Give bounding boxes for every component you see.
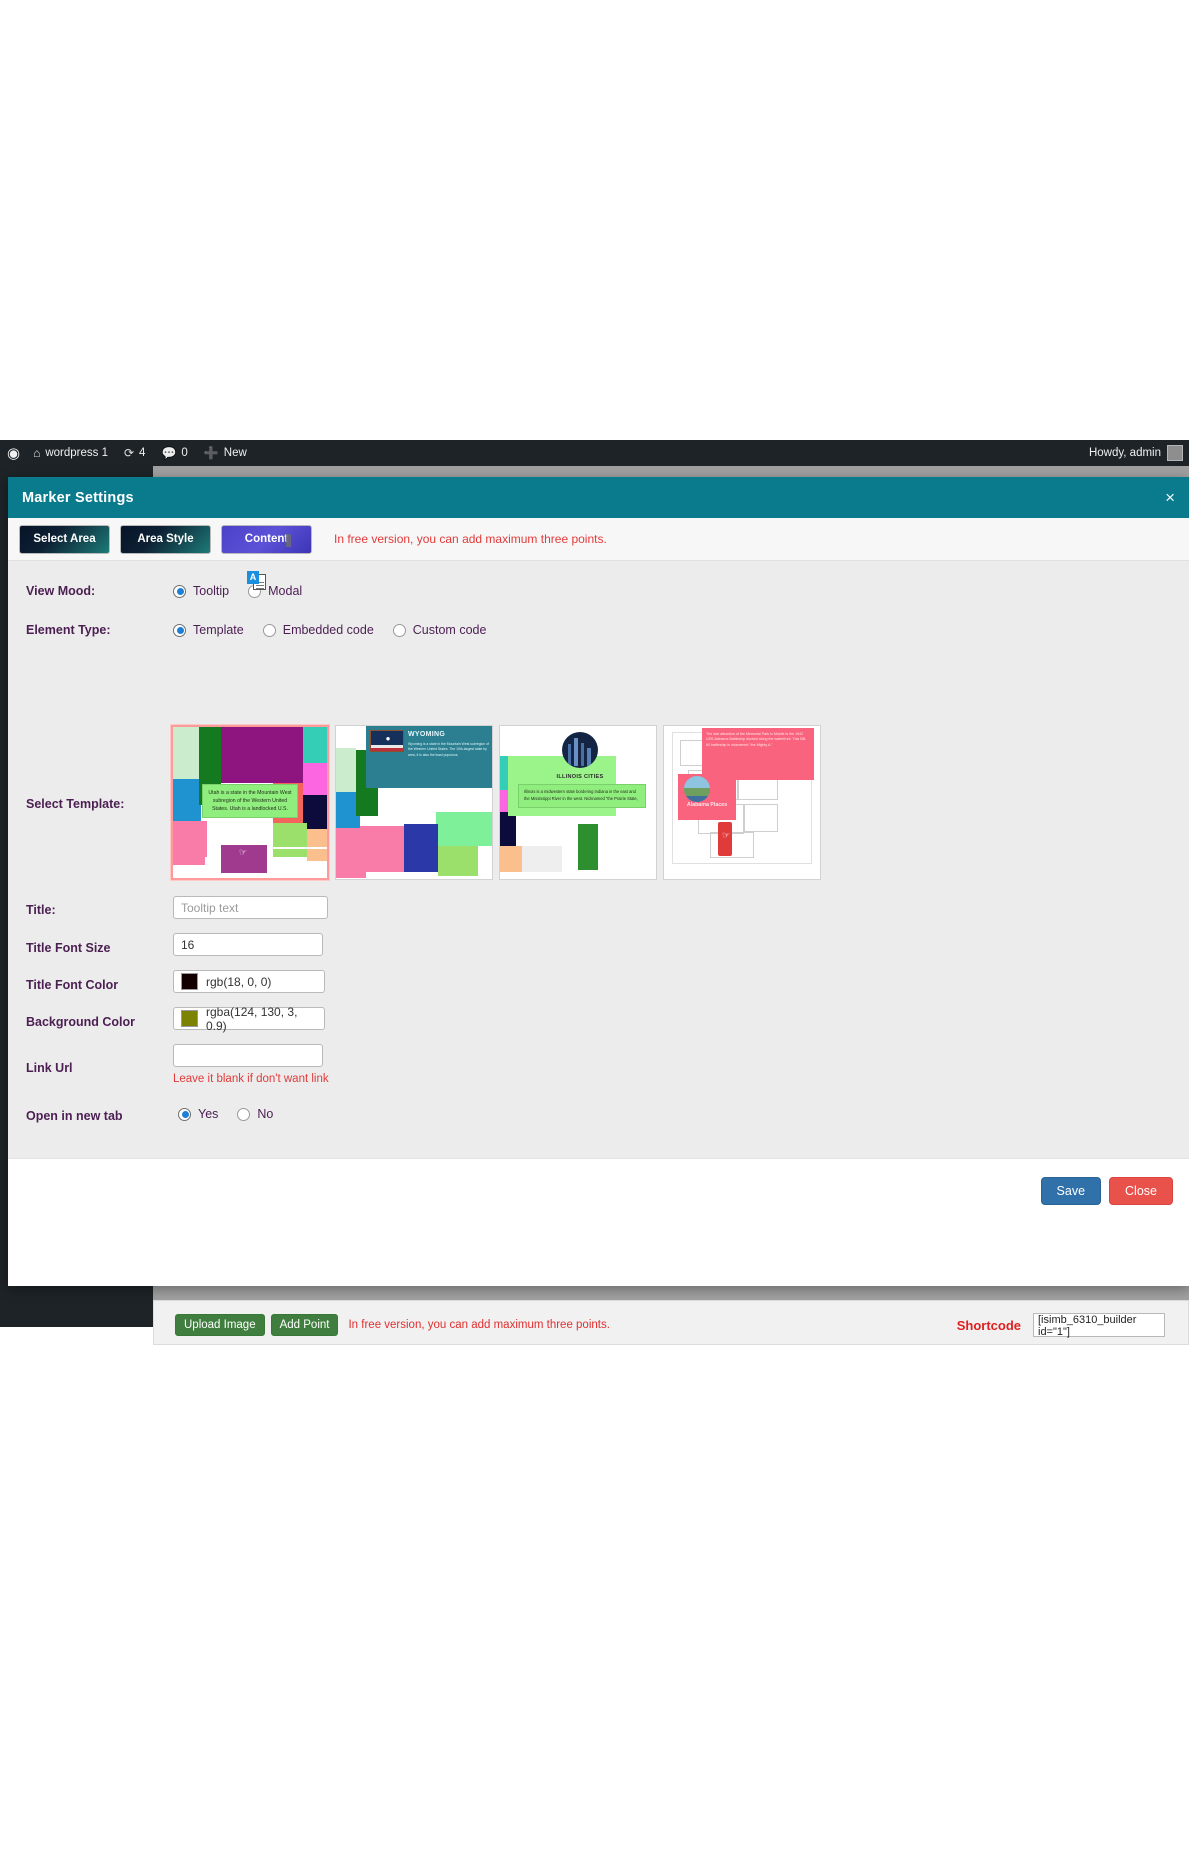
- updates-count: 4: [139, 447, 146, 459]
- background-color-label: Background Color: [26, 1015, 136, 1029]
- new-label: New: [223, 447, 247, 459]
- title-font-size-label: Title Font Size: [26, 941, 111, 955]
- site-name-label: wordpress 1: [45, 447, 108, 459]
- modal-tabs: Select Area Area Style Content In free v…: [8, 518, 1189, 561]
- home-icon: ⌂: [33, 446, 41, 460]
- radio-template[interactable]: [173, 623, 186, 637]
- account-menu[interactable]: Howdy, admin: [1089, 445, 1189, 461]
- tab-label: Area Style: [137, 533, 194, 545]
- free-version-notice: In free version, you can add maximum thr…: [334, 532, 607, 546]
- title-font-color-label: Title Font Color: [26, 978, 119, 992]
- comments-icon: 💬: [161, 446, 177, 460]
- radio-open-new-tab-no[interactable]: [237, 1107, 251, 1121]
- background-color-value: rgba(124, 130, 3, 0.9): [206, 1004, 298, 1033]
- select-template-label: Select Template:: [26, 797, 125, 811]
- radio-tooltip[interactable]: [173, 584, 186, 598]
- title-label: Title:: [26, 903, 56, 917]
- radio-template-label: Template: [193, 623, 244, 637]
- element-type-label: Element Type:: [26, 623, 111, 637]
- radio-modal-label: Modal: [268, 584, 303, 598]
- builder-notice: In free version, you can add maximum thr…: [348, 1319, 610, 1331]
- template-heading: ILLINOIS CITIES: [556, 774, 604, 780]
- tab-label: Content: [244, 533, 289, 545]
- new-content-menu[interactable]: ➕ New: [196, 440, 255, 466]
- close-icon[interactable]: ×: [1165, 489, 1175, 506]
- title-font-color-value: rgb(18, 0, 0): [206, 974, 272, 989]
- hand-cursor-icon: ☞: [410, 808, 419, 819]
- shortcode-input[interactable]: [isimb_6310_builder id="1"]: [1033, 1313, 1165, 1338]
- wordpress-logo-icon[interactable]: ◉: [0, 440, 25, 466]
- close-button[interactable]: Close: [1109, 1176, 1173, 1205]
- howdy-label: Howdy, admin: [1088, 447, 1161, 459]
- comments-menu[interactable]: 💬 0: [153, 440, 195, 466]
- radio-custom-code[interactable]: [392, 623, 406, 637]
- background-color-input[interactable]: rgba(124, 130, 3, 0.9): [173, 1004, 325, 1033]
- modal-body: View Mood: Tooltip Modal Element Type: T…: [8, 561, 1189, 1222]
- avatar: [1167, 445, 1183, 461]
- open-new-tab-label: Open in new tab: [26, 1109, 123, 1123]
- title-font-color-swatch[interactable]: [181, 973, 198, 990]
- template-option-alabama[interactable]: ☞ The star attraction of the Memorial Pa…: [663, 725, 821, 880]
- open-new-tab-radio-group: Yes No: [178, 1107, 285, 1121]
- tab-select-area[interactable]: Select Area: [19, 524, 110, 554]
- tab-area-style[interactable]: Area Style: [120, 524, 211, 554]
- element-type-row: Element Type: Template Embedded code Cus…: [8, 623, 1189, 637]
- site-name-menu[interactable]: ⌂ wordpress 1: [25, 440, 116, 466]
- radio-tooltip-label: Tooltip: [193, 584, 230, 598]
- template-heading: Alabama Places: [686, 802, 728, 808]
- template-gallery: ☞ Utah is a state in the Mountain West s…: [171, 725, 821, 880]
- us-map-thumbnail: ☞ The star attraction of the Memorial Pa…: [664, 726, 820, 879]
- link-url-label: Link Url: [26, 1061, 73, 1075]
- hand-cursor-icon: ☞: [239, 847, 248, 857]
- radio-open-new-tab-yes[interactable]: [178, 1107, 191, 1121]
- template-option-wyoming[interactable]: ● WYOMING Wyoming is a state in the Moun…: [335, 725, 493, 880]
- us-map-thumbnail: ILLINOIS CITIES Illinois is a midwestern…: [500, 726, 656, 879]
- link-url-hint: Leave it blank if don't want link: [173, 1073, 329, 1085]
- background-color-swatch[interactable]: [181, 1010, 198, 1027]
- radio-no-label: No: [257, 1107, 274, 1121]
- template-body: The star attraction of the Memorial Park…: [706, 732, 807, 747]
- title-input[interactable]: Tooltip text: [173, 896, 328, 919]
- hand-cursor-icon: ☞: [722, 830, 731, 840]
- template-tooltip-text: Utah is a state in the Mountain West sub…: [202, 784, 298, 819]
- shortcode-label: Shortcode: [956, 1317, 1021, 1333]
- title-font-size-input[interactable]: 16: [173, 933, 323, 956]
- marker-settings-modal: Marker Settings × Select Area Area Style…: [8, 477, 1189, 1286]
- title-font-color-input[interactable]: rgb(18, 0, 0): [173, 970, 325, 993]
- wp-admin-bar: ◉ ⌂ wordpress 1 ⟳ 4 💬 0 ➕ New Howdy, adm…: [0, 440, 1189, 466]
- view-mood-row: View Mood: Tooltip Modal: [8, 584, 1189, 598]
- template-body: Illinois is a midwestern state bordering…: [518, 784, 646, 808]
- template-heading: WYOMING: [408, 731, 446, 738]
- radio-embedded-code[interactable]: [262, 623, 276, 637]
- updates-icon: ⟳: [123, 446, 135, 460]
- save-button[interactable]: Save: [1040, 1176, 1102, 1205]
- plus-icon: ➕: [203, 446, 219, 460]
- radio-custom-code-label: Custom code: [412, 623, 487, 637]
- updates-menu[interactable]: ⟳ 4: [116, 440, 153, 466]
- upload-image-button[interactable]: Upload Image: [175, 1313, 265, 1337]
- radio-yes-label: Yes: [198, 1107, 219, 1121]
- modal-header: Marker Settings ×: [8, 477, 1189, 518]
- link-url-input[interactable]: [173, 1044, 323, 1067]
- view-mood-radio-group: Tooltip Modal: [173, 584, 314, 598]
- radio-modal[interactable]: [248, 584, 262, 598]
- add-point-button[interactable]: Add Point: [270, 1313, 339, 1337]
- view-mood-label: View Mood:: [26, 584, 96, 598]
- comments-count: 0: [181, 447, 188, 459]
- builder-toolbar: Upload Image Add Point In free version, …: [153, 1308, 1189, 1342]
- template-body: Wyoming is a state in the Mountain West …: [408, 742, 489, 757]
- radio-embedded-code-label: Embedded code: [282, 623, 374, 637]
- modal-title: Marker Settings: [22, 489, 134, 506]
- template-option-illinois[interactable]: ILLINOIS CITIES Illinois is a midwestern…: [499, 725, 657, 880]
- element-type-radio-group: Template Embedded code Custom code: [173, 623, 498, 637]
- text-cursor-icon: [286, 533, 291, 547]
- modal-footer: Save Close: [8, 1158, 1189, 1222]
- us-map-thumbnail: ● WYOMING Wyoming is a state in the Moun…: [336, 726, 492, 879]
- tab-label: Select Area: [33, 533, 96, 545]
- tab-content[interactable]: Content: [221, 524, 312, 554]
- template-option-utah[interactable]: ☞ Utah is a state in the Mountain West s…: [171, 725, 329, 880]
